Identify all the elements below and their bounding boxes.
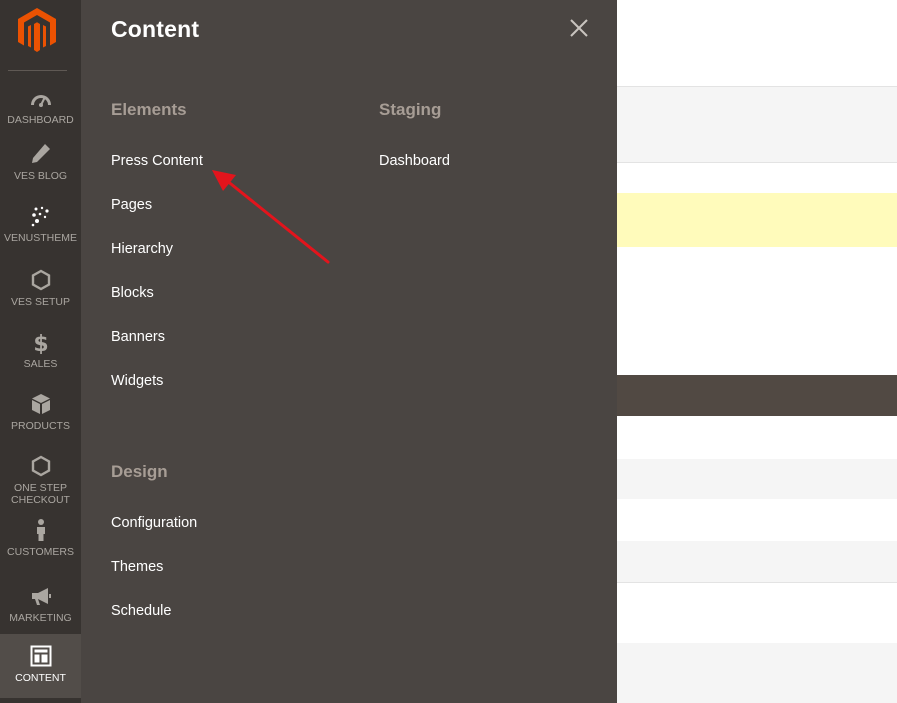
hexagon-icon: [31, 455, 50, 477]
rail-item-label: VENUSTHEME: [4, 232, 77, 244]
rail-item-label: CONTENT: [15, 672, 66, 684]
background-section: [617, 87, 897, 162]
box-icon: [31, 394, 50, 414]
rail-item-label: VES SETUP: [11, 296, 70, 308]
rail-divider: [8, 70, 67, 71]
svg-text:$: $: [33, 332, 48, 354]
rail-item-label: DASHBOARD: [7, 114, 74, 126]
group-title-staging: Staging: [379, 100, 442, 119]
menu-link-blocks[interactable]: Blocks: [111, 285, 154, 301]
rail-item-label: ONE STEP CHECKOUT: [11, 482, 70, 506]
menu-link-schedule[interactable]: Schedule: [111, 603, 171, 619]
background-notice-bar: [617, 193, 897, 247]
pencil-icon: [31, 144, 50, 163]
rail-item-ves-blog[interactable]: VES BLOG: [0, 142, 81, 182]
dashboard-gauge-icon: [30, 95, 51, 107]
menu-link-banners[interactable]: Banners: [111, 329, 165, 345]
stars-icon: [31, 206, 49, 227]
background-row: [617, 459, 897, 499]
rail-item-customers[interactable]: CUSTOMERS: [0, 518, 81, 558]
background-header-bar: [617, 375, 897, 416]
menu-link-hierarchy[interactable]: Hierarchy: [111, 241, 173, 257]
panel-title: Content: [111, 16, 200, 42]
admin-sidebar: DASHBOARD VES BLOG VENUSTHEME VES SETUP …: [0, 0, 81, 703]
group-title-design: Design: [111, 462, 168, 481]
rail-item-label: PRODUCTS: [11, 420, 70, 432]
menu-link-themes[interactable]: Themes: [111, 559, 163, 575]
background-row: [617, 541, 897, 582]
rail-item-dashboard[interactable]: DASHBOARD: [0, 86, 81, 126]
rail-item-sales[interactable]: $ SALES: [0, 330, 81, 370]
menu-link-staging-dashboard[interactable]: Dashboard: [379, 153, 450, 169]
rail-item-marketing[interactable]: MARKETING: [0, 584, 81, 624]
close-icon[interactable]: [568, 17, 590, 39]
rail-item-label: CUSTOMERS: [7, 546, 74, 558]
layout-icon: [30, 645, 51, 667]
content-menu-panel: Content Elements Press Content Pages Hie…: [81, 0, 617, 703]
background-divider: [617, 582, 897, 583]
dollar-icon: $: [33, 332, 48, 354]
hexagon-icon: [31, 269, 50, 291]
rail-item-content[interactable]: CONTENT: [0, 634, 81, 698]
rail-item-ves-setup[interactable]: VES SETUP: [0, 268, 81, 308]
magento-logo-icon[interactable]: [16, 6, 58, 52]
rail-item-one-step-checkout[interactable]: ONE STEP CHECKOUT: [0, 454, 81, 506]
menu-link-widgets[interactable]: Widgets: [111, 373, 163, 389]
megaphone-icon: [31, 588, 51, 605]
menu-link-press-content[interactable]: Press Content: [111, 153, 203, 169]
rail-item-label: SALES: [23, 358, 58, 370]
background-divider: [617, 162, 897, 163]
person-icon: [36, 519, 45, 541]
rail-item-label: VES BLOG: [13, 170, 68, 182]
rail-item-products[interactable]: PRODUCTS: [0, 392, 81, 432]
menu-link-configuration[interactable]: Configuration: [111, 515, 197, 531]
rail-item-venustheme[interactable]: VENUSTHEME: [0, 204, 81, 244]
rail-item-label: MARKETING: [9, 612, 72, 624]
group-title-elements: Elements: [111, 100, 187, 119]
menu-link-pages[interactable]: Pages: [111, 197, 152, 213]
background-row: [617, 643, 897, 703]
